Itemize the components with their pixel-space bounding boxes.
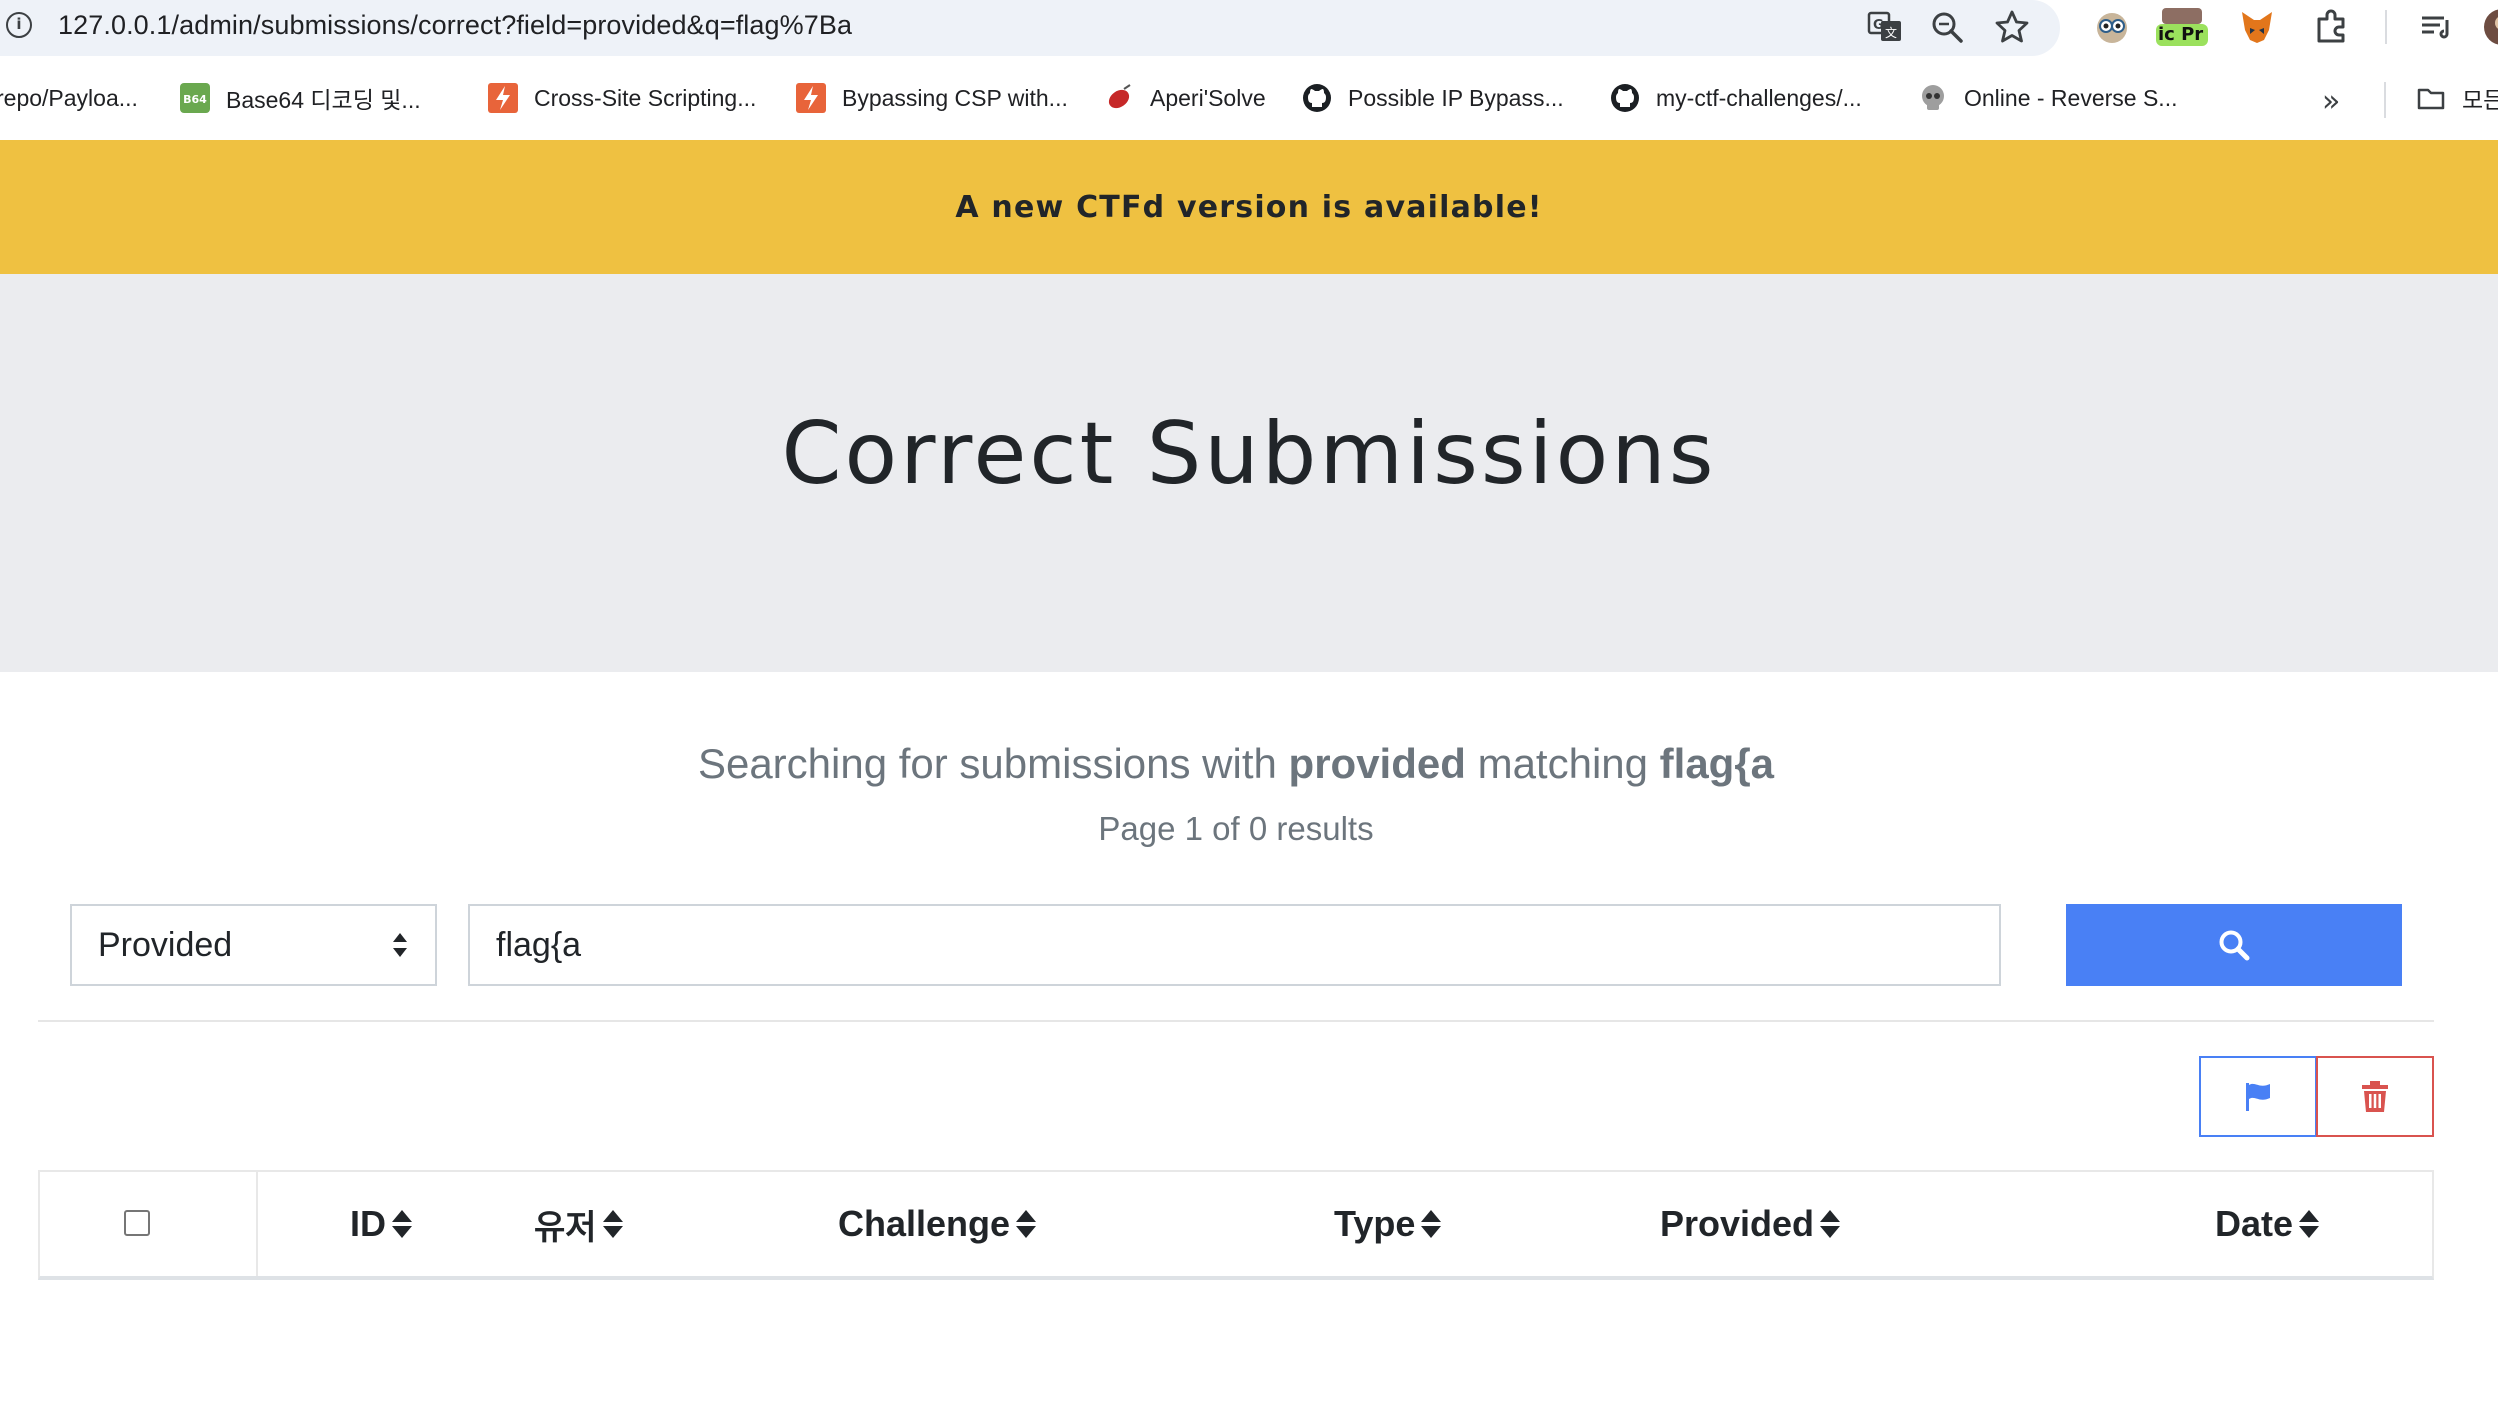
bookmark-item[interactable]: my-ctf-challenges/...: [1610, 72, 1862, 124]
select-all-checkbox[interactable]: [124, 1210, 150, 1236]
github-icon: [1303, 84, 1331, 112]
portswigger-icon: [796, 83, 826, 113]
column-header-user[interactable]: 유저: [534, 1202, 625, 1248]
section-divider: [38, 1020, 2434, 1022]
zoom-icon[interactable]: [1928, 8, 1966, 46]
search-summary-query: flag{a: [1659, 740, 1775, 787]
bookmark-label: Aperi'Solve: [1150, 84, 1266, 111]
pr-extension-icon[interactable]: ic Pr: [2152, 6, 2212, 48]
metamask-fox-icon[interactable]: [2236, 6, 2278, 48]
bookmarks-bar: repo/Payloa... B64 Base64 디코딩 및... Cross…: [0, 72, 2498, 124]
update-banner[interactable]: A new CTFd version is available!: [0, 140, 2498, 274]
search-input[interactable]: flag{a: [468, 904, 2001, 986]
search-summary: Searching for submissions with provided …: [0, 740, 2472, 788]
page-title: Correct Submissions: [781, 404, 1717, 504]
toolbar-divider: [2385, 10, 2387, 44]
column-header-date[interactable]: Date: [2215, 1202, 2321, 1246]
update-banner-text: A new CTFd version is available!: [955, 189, 1543, 225]
search-input-value: flag{a: [496, 926, 582, 964]
bookmark-folder[interactable]: 모든: [2416, 72, 2498, 124]
aperisolve-icon: [1108, 84, 1131, 109]
column-header-provided[interactable]: Provided: [1660, 1202, 1842, 1246]
site-info-icon[interactable]: i: [6, 12, 32, 38]
mark-flag-button[interactable]: [2199, 1056, 2317, 1137]
sort-icon: [1421, 1210, 1442, 1238]
bookmark-label: Online - Reverse S...: [1964, 84, 2178, 111]
skull-icon: [1922, 85, 1944, 110]
submissions-table: ID 유저 Challenge Type Provided Date: [38, 1170, 2434, 1280]
flag-icon: [2246, 1082, 2270, 1111]
bookmark-label: repo/Payloa...: [0, 84, 138, 111]
bookmark-label: Cross-Site Scripting...: [534, 84, 757, 111]
bookmark-label: Bypassing CSP with...: [842, 84, 1068, 111]
more-bookmarks-chevron-icon[interactable]: »: [2322, 84, 2340, 119]
search-button[interactable]: [2066, 904, 2402, 986]
select-all-cell: [40, 1172, 258, 1276]
search-icon: [2219, 930, 2250, 961]
browser-toolbar: i 127.0.0.1/admin/submissions/correct?fi…: [0, 0, 2498, 56]
owl-extension-icon[interactable]: [2091, 6, 2133, 48]
bookmarks-divider: [2384, 82, 2386, 118]
bookmark-item[interactable]: Online - Reverse S...: [1918, 72, 2177, 124]
sort-icon: [392, 1210, 412, 1238]
column-header-label: ID: [350, 1203, 386, 1244]
column-header-id[interactable]: ID: [350, 1202, 414, 1246]
column-header-label: Type: [1334, 1203, 1416, 1244]
bookmark-star-icon[interactable]: [1993, 8, 2031, 46]
svg-text:文: 文: [1885, 25, 1897, 40]
pagination-info: Page 1 of 0 results: [1098, 810, 1374, 847]
bookmark-item[interactable]: Possible IP Bypass...: [1302, 72, 1564, 124]
search-summary-middle: matching: [1477, 740, 1648, 787]
field-select-value: Provided: [98, 926, 233, 964]
extensions-puzzle-icon[interactable]: [2310, 6, 2352, 48]
column-header-label: Date: [2215, 1203, 2294, 1244]
folder-icon: [2417, 88, 2445, 110]
bookmark-item[interactable]: B64 Base64 디코딩 및...: [180, 72, 421, 124]
bookmark-item[interactable]: Cross-Site Scripting...: [488, 72, 756, 124]
column-header-label: Challenge: [838, 1203, 1011, 1244]
pr-extension-badge: ic Pr: [2158, 24, 2204, 45]
bookmark-label: Possible IP Bypass...: [1348, 84, 1564, 111]
translate-icon[interactable]: G 文: [1866, 8, 1904, 46]
field-select[interactable]: Provided: [70, 904, 437, 986]
bookmark-item[interactable]: repo/Payloa...: [0, 72, 138, 124]
bookmark-item[interactable]: Aperi'Solve: [1104, 72, 1266, 124]
sort-icon: [1016, 1210, 1037, 1238]
column-header-label: 유저: [534, 1207, 597, 1248]
search-summary-prefix: Searching for submissions with: [697, 740, 1277, 787]
sort-icon: [602, 1210, 623, 1238]
bookmark-label: my-ctf-challenges/...: [1656, 84, 1862, 111]
page-header: Correct Submissions: [0, 274, 2498, 672]
bookmark-label: Base64 디코딩 및...: [226, 87, 421, 113]
b64-icon: B64: [180, 83, 210, 113]
portswigger-icon: [488, 83, 518, 113]
bookmark-item[interactable]: Bypassing CSP with...: [796, 72, 1068, 124]
sort-icon: [1820, 1210, 1841, 1238]
column-header-challenge[interactable]: Challenge: [838, 1202, 1038, 1246]
address-bar[interactable]: i 127.0.0.1/admin/submissions/correct?fi…: [0, 0, 2060, 56]
trash-icon: [2362, 1080, 2388, 1112]
url-text[interactable]: 127.0.0.1/admin/submissions/correct?fiel…: [58, 10, 852, 41]
select-caret-icon: [393, 933, 407, 957]
svg-text:G: G: [1873, 18, 1884, 33]
reading-list-icon[interactable]: [2414, 6, 2456, 48]
profile-avatar-icon[interactable]: [2482, 6, 2498, 48]
sort-icon: [2299, 1210, 2320, 1238]
github-icon: [1611, 84, 1639, 112]
column-header-label: Provided: [1660, 1203, 1815, 1244]
bookmark-label: 모든: [2462, 87, 2498, 113]
search-summary-field: provided: [1288, 740, 1466, 787]
svg-text:B64: B64: [183, 93, 207, 106]
column-header-type[interactable]: Type: [1334, 1202, 1443, 1246]
delete-button[interactable]: [2316, 1056, 2434, 1137]
